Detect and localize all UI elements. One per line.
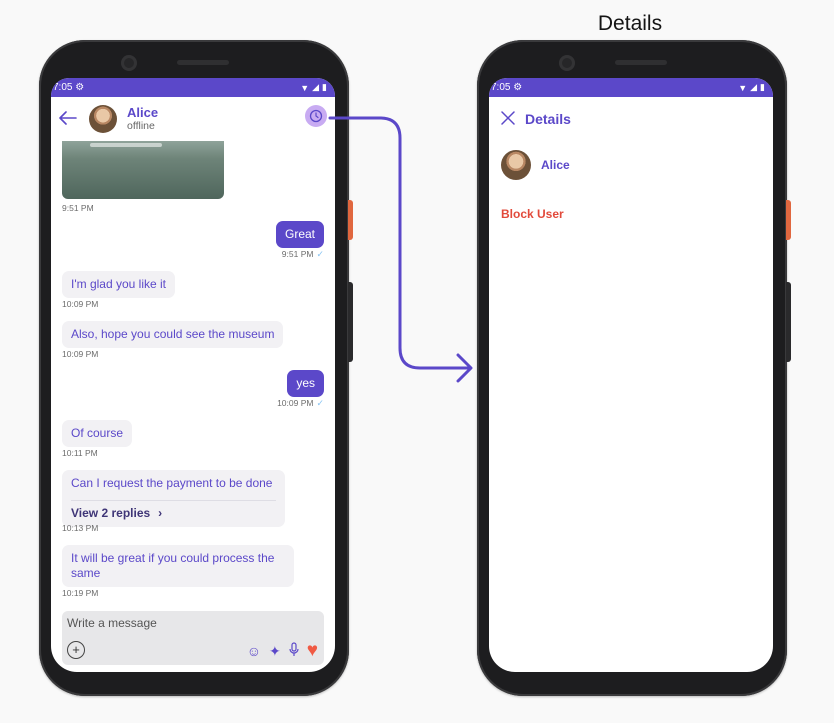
flow-arrow [328,116,473,383]
